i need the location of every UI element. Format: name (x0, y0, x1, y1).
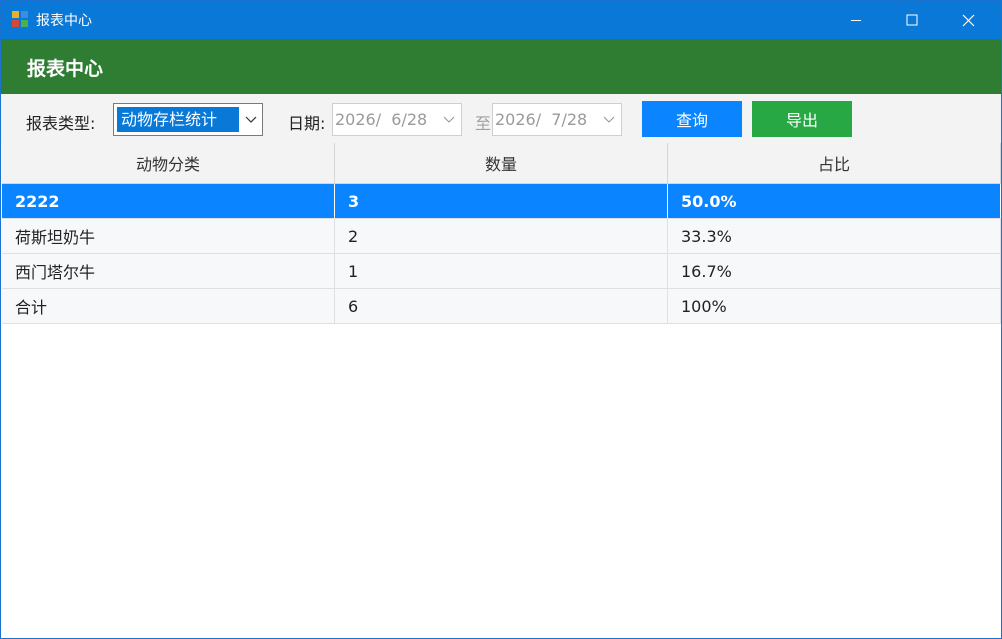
report-center-window: 报表中心 报表中心 报表类型: 动物存栏统计 日期: 2026/ 6/28 至 … (0, 0, 1002, 639)
cell-count[interactable]: 6 (335, 289, 668, 323)
cell-ratio[interactable]: 100% (668, 289, 1001, 323)
export-button[interactable]: 导出 (752, 101, 852, 137)
page-title: 报表中心 (27, 58, 104, 80)
cell-count[interactable]: 1 (335, 254, 668, 288)
cell-category[interactable]: 2222 (2, 184, 335, 218)
date-label: 日期: (288, 114, 326, 133)
report-grid: 动物分类 数量 占比 2222 3 50.0% 荷斯坦奶牛 2 33.3% 西门… (2, 143, 1001, 324)
header-band: 报表中心 (1, 39, 1001, 94)
cell-ratio[interactable]: 50.0% (668, 184, 1001, 218)
report-type-select[interactable]: 动物存栏统计 (113, 103, 263, 136)
query-button[interactable]: 查询 (642, 101, 742, 137)
filter-toolbar: 报表类型: 动物存栏统计 日期: 2026/ 6/28 至 2026/ 7/28… (1, 94, 1001, 143)
maximize-button[interactable] (889, 1, 935, 39)
cell-count[interactable]: 3 (335, 184, 668, 218)
cell-ratio[interactable]: 33.3% (668, 219, 1001, 253)
column-header-category[interactable]: 动物分类 (2, 143, 335, 183)
cell-category[interactable]: 西门塔尔牛 (2, 254, 335, 288)
maximize-icon (906, 14, 918, 26)
date-range-separator: 至 (475, 114, 492, 133)
title-bar[interactable]: 报表中心 (1, 1, 1001, 39)
table-row[interactable]: 西门塔尔牛 1 16.7% (2, 254, 1001, 289)
chevron-down-icon (245, 116, 257, 123)
end-date-picker[interactable]: 2026/ 7/28 (492, 103, 622, 136)
end-date-value: 2026/ 7/28 (495, 110, 588, 129)
table-row[interactable]: 2222 3 50.0% (2, 184, 1001, 219)
chevron-down-icon (603, 116, 615, 123)
close-button[interactable] (945, 1, 991, 39)
grid-header: 动物分类 数量 占比 (2, 143, 1001, 184)
report-type-label: 报表类型: (26, 114, 96, 133)
table-row[interactable]: 荷斯坦奶牛 2 33.3% (2, 219, 1001, 254)
chevron-down-icon (443, 116, 455, 123)
cell-category[interactable]: 荷斯坦奶牛 (2, 219, 335, 253)
cell-count[interactable]: 2 (335, 219, 668, 253)
column-header-count[interactable]: 数量 (335, 143, 668, 183)
table-row-total[interactable]: 合计 6 100% (2, 289, 1001, 324)
start-date-picker[interactable]: 2026/ 6/28 (332, 103, 462, 136)
minimize-button[interactable] (833, 1, 879, 39)
window-title: 报表中心 (36, 13, 92, 29)
report-type-value: 动物存栏统计 (117, 107, 239, 132)
column-header-ratio[interactable]: 占比 (668, 143, 1001, 183)
close-icon (962, 14, 974, 26)
start-date-value: 2026/ 6/28 (335, 110, 428, 129)
minimize-icon (851, 20, 861, 21)
cell-category[interactable]: 合计 (2, 289, 335, 323)
cell-ratio[interactable]: 16.7% (668, 254, 1001, 288)
app-icon (12, 11, 29, 28)
